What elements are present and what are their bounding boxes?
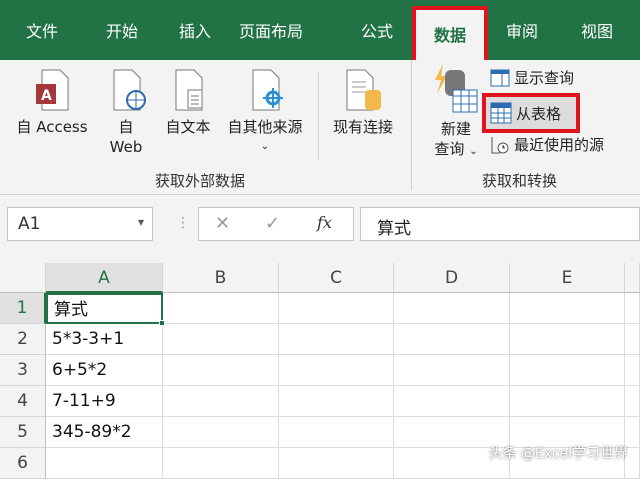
access-icon: A	[36, 69, 69, 111]
show-queries-icon	[490, 69, 510, 86]
column-header-e[interactable]: E	[510, 263, 625, 293]
dropdown-chevron-icon: ⌄	[469, 146, 478, 157]
new-query-button[interactable]: 新建 查询 ⌄	[426, 62, 486, 162]
cell[interactable]	[394, 324, 510, 355]
tab-data[interactable]: 数据	[412, 6, 488, 60]
name-box-dropdown-icon[interactable]: ▾	[138, 215, 144, 229]
tab-formulas[interactable]: 公式	[361, 18, 393, 42]
cell[interactable]	[163, 417, 279, 448]
select-all-corner[interactable]	[0, 263, 46, 293]
svg-text:A: A	[41, 88, 52, 104]
cell[interactable]	[163, 293, 279, 324]
from-access-button[interactable]: A 自 Access	[8, 68, 96, 137]
divider	[411, 60, 412, 190]
formula-buttons: ✕ ✓ fx	[198, 207, 354, 241]
tab-insert[interactable]: 插入	[179, 18, 211, 42]
column-header-overflow	[625, 263, 640, 293]
tab-view[interactable]: 视图	[581, 18, 613, 42]
watermark: 头条 @Excel学习世界	[488, 446, 628, 462]
cell[interactable]	[625, 386, 640, 417]
cell[interactable]: 7-11+9	[46, 386, 163, 417]
show-queries-button[interactable]: 显示查询	[490, 67, 574, 88]
from-text-button[interactable]: 自文本	[160, 68, 216, 137]
from-table-button[interactable]: 从表格	[482, 93, 580, 133]
cell[interactable]	[279, 324, 394, 355]
row-header[interactable]: 1	[0, 293, 46, 324]
cell[interactable]	[46, 448, 163, 479]
cell[interactable]	[625, 355, 640, 386]
group-label-get-transform: 获取和转换	[482, 172, 558, 190]
from-other-sources-button[interactable]: 自其他来源 ⌄	[220, 68, 310, 157]
tab-file[interactable]: 文件	[26, 18, 58, 42]
dropdown-chevron-icon: ⌄	[260, 141, 270, 152]
selected-cell-a1[interactable]: 算式	[46, 293, 163, 324]
column-header-d[interactable]: D	[394, 263, 510, 293]
tab-review[interactable]: 审阅	[506, 18, 538, 42]
row-header[interactable]: 5	[0, 417, 46, 448]
cell[interactable]	[163, 324, 279, 355]
name-box[interactable]: A1 ▾	[7, 207, 153, 241]
cell[interactable]	[279, 386, 394, 417]
cell[interactable]	[163, 355, 279, 386]
row-header[interactable]: 4	[0, 386, 46, 417]
cell[interactable]	[510, 355, 625, 386]
tab-page-layout[interactable]: 页面布局	[239, 18, 303, 42]
group-label-external-data: 获取外部数据	[155, 172, 246, 190]
text-file-icon	[175, 69, 203, 111]
cell[interactable]	[394, 355, 510, 386]
divider	[318, 72, 319, 160]
cell[interactable]	[394, 293, 510, 324]
cell[interactable]	[510, 324, 625, 355]
ribbon-tabs: 文件 开始 插入 页面布局 公式 数据 审阅 视图	[0, 0, 640, 60]
formula-input[interactable]: 算式	[360, 207, 640, 241]
table-icon	[490, 102, 512, 124]
row-header[interactable]: 3	[0, 355, 46, 386]
tab-home[interactable]: 开始	[106, 18, 138, 42]
column-header-b[interactable]: B	[163, 263, 279, 293]
new-query-icon	[435, 64, 478, 113]
cell[interactable]	[163, 448, 279, 479]
row-header[interactable]: 2	[0, 324, 46, 355]
formula-bar-grip-icon: ⋮	[176, 215, 190, 231]
existing-connections-icon	[346, 69, 381, 111]
cell[interactable]	[394, 386, 510, 417]
cell[interactable]	[279, 417, 394, 448]
cell[interactable]	[625, 324, 640, 355]
cell[interactable]: 6+5*2	[46, 355, 163, 386]
web-icon	[113, 69, 146, 111]
recent-sources-button[interactable]: 最近使用的源	[490, 134, 604, 155]
column-header-c[interactable]: C	[279, 263, 394, 293]
cell[interactable]	[279, 293, 394, 324]
insert-function-icon[interactable]: fx	[317, 213, 332, 232]
cell[interactable]	[510, 386, 625, 417]
fill-handle[interactable]	[159, 320, 165, 326]
cell[interactable]	[625, 293, 640, 324]
ribbon: A 自 Access 自 Web 自文本 自其他来源 ⌄ 现有连接 获取外部数据…	[0, 60, 640, 195]
cell[interactable]	[163, 386, 279, 417]
recent-sources-icon	[491, 136, 509, 153]
cancel-icon[interactable]: ✕	[215, 213, 230, 234]
spreadsheet-grid: A B C D E 1 算式 2 5*3-3+1 3 6+5*2 4 7-11+9 5 345-8…	[0, 263, 640, 479]
cell[interactable]	[279, 448, 394, 479]
cell[interactable]: 5*3-3+1	[46, 324, 163, 355]
cell[interactable]	[510, 293, 625, 324]
from-web-button[interactable]: 自 Web	[104, 68, 148, 157]
cell[interactable]	[279, 355, 394, 386]
other-sources-icon	[252, 69, 283, 111]
formula-bar: A1 ▾ ⋮ ✕ ✓ fx 算式	[0, 195, 640, 263]
existing-connections-button[interactable]: 现有连接	[326, 68, 400, 137]
column-header-a[interactable]: A	[46, 263, 163, 293]
enter-icon[interactable]: ✓	[265, 213, 280, 234]
cell[interactable]: 345-89*2	[46, 417, 163, 448]
row-header[interactable]: 6	[0, 448, 46, 479]
